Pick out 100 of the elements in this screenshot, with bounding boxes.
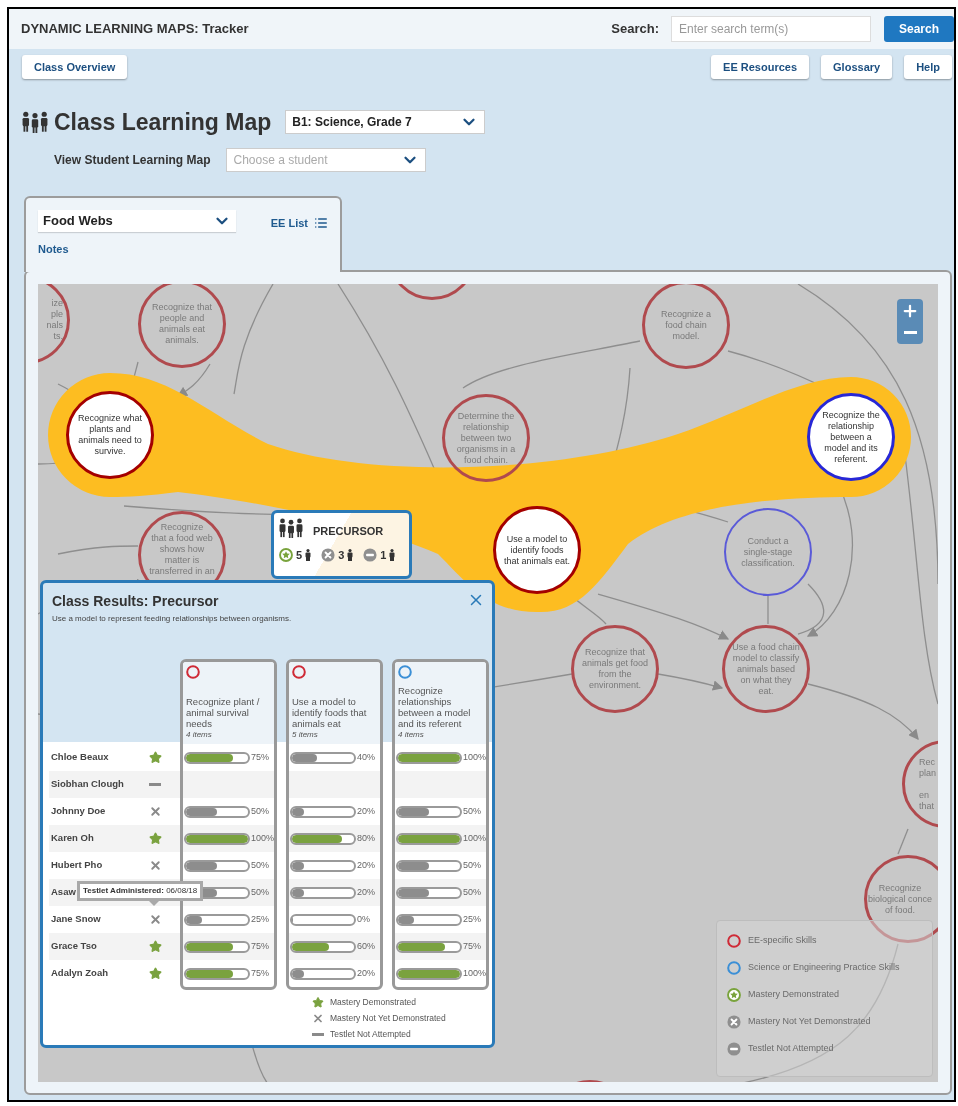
zoom-in-button[interactable] <box>901 302 919 320</box>
tooltip-pointer <box>148 900 160 907</box>
score-percent: 50% <box>251 885 269 899</box>
skill-node[interactable] <box>722 625 810 713</box>
score-percent: 20% <box>357 885 375 899</box>
search-field[interactable]: Enter search term(s) <box>671 16 871 42</box>
student-name: Jane Snow <box>51 912 101 927</box>
minus-badge-icon <box>363 547 378 562</box>
student-name: Hubert Pho <box>51 858 103 873</box>
star-badge-icon <box>727 988 741 1002</box>
ee-list-link[interactable]: EE List <box>270 214 328 232</box>
notes-link[interactable]: Notes <box>38 241 69 258</box>
search-label: Search: <box>611 20 659 39</box>
legend-label: Mastery Not Yet Demonstrated <box>748 1015 871 1029</box>
skill-label: Recognize that a food web shows how matter is transferred in an <box>149 522 215 577</box>
nav-button[interactable]: Class Overview <box>22 55 128 79</box>
minus-badge-icon <box>727 1042 741 1056</box>
score-percent: 100% <box>251 831 274 845</box>
nav-button[interactable]: Help <box>904 55 952 79</box>
student-name: Karen Oh <box>51 831 94 846</box>
skill-node[interactable] <box>724 508 812 596</box>
ring-icon <box>727 961 741 975</box>
person-icon <box>389 548 396 561</box>
score-percent: 75% <box>463 939 481 953</box>
search-button[interactable]: Search <box>884 16 954 42</box>
class-icon <box>22 110 48 134</box>
score-percent: 20% <box>357 804 375 818</box>
panel-title: Class Results: Precursor <box>52 592 219 611</box>
skill-label: Recognize what plants and animals need to survive. <box>76 413 143 457</box>
legend-label: Mastery Demonstrated <box>748 988 840 1002</box>
skill-node[interactable] <box>642 284 730 369</box>
item-count: 5 items <box>292 729 319 741</box>
count-text: 1 <box>380 547 387 563</box>
score-percent: 60% <box>357 939 375 953</box>
score-percent: 25% <box>463 912 481 926</box>
skill-label: Recognize that animals get food from the environment. <box>581 647 649 691</box>
student-name: Chloe Beaux <box>51 750 109 765</box>
skill-label: Use a food chain model to classify animals based on what they eat. <box>732 641 800 697</box>
score-percent: 100% <box>463 831 486 845</box>
legend-label: EE-specific Skills <box>748 934 817 948</box>
item-count: 4 items <box>398 729 425 741</box>
precursor-card[interactable]: PRECURSOR 5 3 1 <box>271 510 412 579</box>
score-percent: 0% <box>357 912 370 926</box>
ring-icon <box>727 934 741 948</box>
legend-label: Science or Engineering Practice Skills <box>748 961 900 975</box>
count-text: 5 <box>296 547 303 563</box>
cross-badge-icon <box>727 1015 741 1029</box>
group-icon <box>279 518 303 539</box>
skill-label: Recognize biological conce of food. <box>867 882 932 916</box>
map-tab[interactable]: Food Webs EE List Notes <box>24 196 342 272</box>
score-percent: 75% <box>251 966 269 980</box>
count-text: 3 <box>338 547 345 563</box>
score-percent: 50% <box>463 858 481 872</box>
class-select[interactable]: B1: Science, Grade 7 <box>285 110 486 134</box>
student-name: Adalyn Zoah <box>51 966 108 981</box>
skill-label: Use a model to identify foods that animals eat. <box>503 533 571 567</box>
student-name: Asaw <box>51 885 76 900</box>
skill-node[interactable] <box>571 625 659 713</box>
skill-label: Recognize that people and animals eat animals. <box>150 302 213 346</box>
skill-label: Rec plan en that <box>919 756 936 812</box>
column-title: Recognize relationships between a model and its referent <box>398 685 472 729</box>
score-percent: 100% <box>463 750 486 764</box>
student-name: Grace Tso <box>51 939 97 954</box>
skill-node[interactable] <box>138 284 226 368</box>
score-percent: 50% <box>251 858 269 872</box>
nav-button[interactable]: EE Resources <box>711 55 810 79</box>
cross-badge-icon <box>321 547 336 562</box>
student-map-label: View Student Learning Map <box>54 152 211 169</box>
skill-label: ize ple nals ts. <box>46 298 63 342</box>
score-percent: 50% <box>463 885 481 899</box>
skill-label: Recognize a food chain model. <box>659 308 712 342</box>
score-percent: 75% <box>251 939 269 953</box>
legend-label: Testlet Not Attempted <box>748 1042 834 1056</box>
person-icon <box>305 548 312 561</box>
panel-subtitle: Use a model to represent feeding relationships between organisms. <box>51 613 293 625</box>
tooltip: Testlet Administered: 06/08/18 <box>77 881 204 901</box>
legend-label: Mastery Demonstrated <box>330 996 416 1009</box>
topic-select[interactable]: Food Webs <box>38 210 236 232</box>
list-icon <box>314 216 328 230</box>
score-percent: 25% <box>251 912 269 926</box>
score-percent: 100% <box>463 966 486 980</box>
score-percent: 40% <box>357 750 375 764</box>
score-percent: 80% <box>357 831 375 845</box>
person-icon <box>347 548 354 561</box>
star-badge-icon <box>279 547 293 562</box>
nav-button[interactable]: Glossary <box>821 55 893 79</box>
score-percent: 75% <box>251 750 269 764</box>
item-count: 4 items <box>186 729 213 741</box>
score-percent: 20% <box>357 966 375 980</box>
precursor-title: PRECURSOR <box>313 524 384 539</box>
score-percent: 50% <box>463 804 481 818</box>
skill-node[interactable] <box>442 394 530 482</box>
score-percent: 20% <box>357 858 375 872</box>
column-title: Recognize plant / animal survival needs <box>186 696 261 729</box>
score-percent: 50% <box>251 804 269 818</box>
skill-node[interactable] <box>864 855 938 943</box>
student-name: Johnny Doe <box>51 804 106 819</box>
skill-label: Conduct a single-stage classification. <box>740 535 796 569</box>
legend-label: Mastery Not Yet Demonstrated <box>330 1012 446 1025</box>
minus-icon <box>903 331 917 334</box>
